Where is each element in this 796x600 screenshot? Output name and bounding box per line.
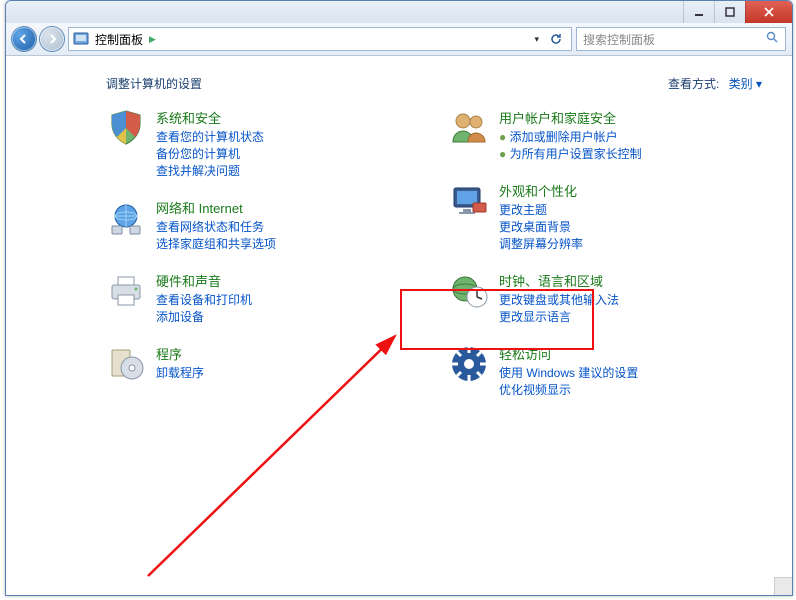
ease-of-access-icon	[449, 344, 489, 384]
category-title[interactable]: 硬件和声音	[156, 271, 252, 290]
category-title[interactable]: 轻松访问	[499, 344, 638, 363]
link[interactable]: 查看设备和打印机	[156, 292, 252, 309]
clock-globe-icon	[449, 271, 489, 311]
right-column: 用户帐户和家庭安全 ● 添加或删除用户帐户 ● 为所有用户设置家长控制 外观和个…	[449, 108, 762, 417]
monitor-appearance-icon	[449, 181, 489, 221]
link[interactable]: 调整屏幕分辨率	[499, 236, 583, 253]
link[interactable]: 更改桌面背景	[499, 219, 583, 236]
minimize-button[interactable]	[683, 1, 714, 23]
search-icon	[766, 31, 779, 47]
dropdown-icon[interactable]: ▾	[534, 34, 539, 45]
category-network: 网络和 Internet 查看网络状态和任务 选择家庭组和共享选项	[106, 198, 419, 253]
category-programs: 程序 卸载程序	[106, 344, 419, 384]
search-box[interactable]: 搜索控制面板	[576, 27, 786, 51]
category-title[interactable]: 网络和 Internet	[156, 198, 276, 217]
titlebar	[6, 1, 792, 23]
category-system-security: 系统和安全 查看您的计算机状态 备份您的计算机 查找并解决问题	[106, 108, 419, 180]
category-title[interactable]: 外观和个性化	[499, 181, 583, 200]
link[interactable]: 查找并解决问题	[156, 163, 264, 180]
link[interactable]: 查看网络状态和任务	[156, 219, 276, 236]
search-placeholder: 搜索控制面板	[583, 31, 655, 48]
resize-grip[interactable]	[774, 577, 792, 595]
category-title[interactable]: 系统和安全	[156, 108, 264, 127]
disc-box-icon	[106, 344, 146, 384]
link[interactable]: 使用 Windows 建议的设置	[499, 365, 638, 382]
maximize-button[interactable]	[714, 1, 745, 23]
link[interactable]: 添加设备	[156, 309, 252, 326]
close-button[interactable]	[745, 1, 792, 23]
link[interactable]: 更改显示语言	[499, 309, 619, 326]
address-bar[interactable]: 控制面板 ▶ ▾	[68, 27, 572, 51]
control-panel-icon	[73, 31, 89, 47]
forward-button[interactable]	[40, 27, 64, 51]
category-hardware-sound: 硬件和声音 查看设备和打印机 添加设备	[106, 271, 419, 326]
link[interactable]: 选择家庭组和共享选项	[156, 236, 276, 253]
link[interactable]: 更改主题	[499, 202, 583, 219]
back-button[interactable]	[12, 27, 36, 51]
globe-network-icon	[106, 198, 146, 238]
category-title[interactable]: 用户帐户和家庭安全	[499, 108, 642, 127]
link[interactable]: ● 添加或删除用户帐户	[499, 129, 642, 146]
link[interactable]: 备份您的计算机	[156, 146, 264, 163]
link[interactable]: 卸载程序	[156, 365, 204, 382]
address-text: 控制面板	[95, 31, 143, 48]
category-ease-of-access: 轻松访问 使用 Windows 建议的设置 优化视频显示	[449, 344, 762, 399]
left-column: 系统和安全 查看您的计算机状态 备份您的计算机 查找并解决问题 网络和 Inte…	[106, 108, 419, 417]
view-by: 查看方式: 类别 ▾	[668, 75, 762, 92]
link[interactable]: 更改键盘或其他输入法	[499, 292, 619, 309]
view-by-dropdown[interactable]: 类别 ▾	[729, 77, 762, 91]
page-heading: 调整计算机的设置	[106, 75, 202, 92]
navigation-bar: 控制面板 ▶ ▾ 搜索控制面板	[6, 23, 792, 56]
category-user-accounts: 用户帐户和家庭安全 ● 添加或删除用户帐户 ● 为所有用户设置家长控制	[449, 108, 762, 163]
chevron-right-icon: ▶	[149, 34, 156, 45]
link[interactable]: ● 为所有用户设置家长控制	[499, 146, 642, 163]
link[interactable]: 优化视频显示	[499, 382, 638, 399]
category-appearance: 外观和个性化 更改主题 更改桌面背景 调整屏幕分辨率	[449, 181, 762, 253]
control-panel-window: 控制面板 ▶ ▾ 搜索控制面板 调整计算机的设置 查看方式: 类别 ▾	[5, 0, 793, 596]
content-area: 调整计算机的设置 查看方式: 类别 ▾ 系统和安全 查看您的计算机状态 备份您的…	[6, 57, 792, 595]
category-title[interactable]: 时钟、语言和区域	[499, 271, 619, 290]
users-icon	[449, 108, 489, 148]
refresh-button[interactable]	[545, 32, 567, 46]
printer-icon	[106, 271, 146, 311]
category-title[interactable]: 程序	[156, 344, 204, 363]
shield-icon	[106, 108, 146, 148]
link[interactable]: 查看您的计算机状态	[156, 129, 264, 146]
category-clock-region: 时钟、语言和区域 更改键盘或其他输入法 更改显示语言	[449, 271, 762, 326]
